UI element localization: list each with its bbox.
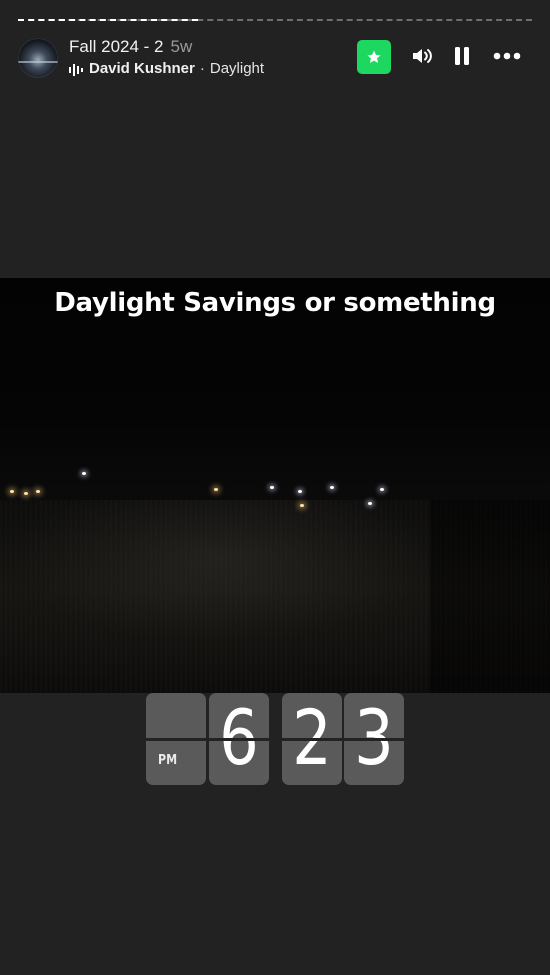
flip-card-minute-tens: 2 [282, 693, 342, 785]
time-ago: 5w [170, 37, 193, 56]
ampm-label: PM [158, 753, 178, 768]
distant-light [298, 490, 302, 493]
photo-shade [430, 500, 550, 693]
more-icon [493, 52, 521, 60]
story-header: Fall 2024 - 2 5w David Kushner · Daylight [0, 36, 550, 80]
hour-digit: 6 [219, 693, 259, 782]
story-title[interactable]: Fall 2024 - 2 [69, 37, 164, 56]
distant-light [368, 502, 372, 505]
more-options-button[interactable] [492, 48, 522, 64]
flip-clock: PM 6 2 3 [146, 693, 406, 785]
distant-light [380, 488, 384, 491]
star-icon [367, 50, 381, 63]
distant-light [300, 504, 304, 507]
distant-light [330, 486, 334, 489]
minute-tens-digit: 2 [292, 693, 332, 782]
story-progress-fill [18, 19, 198, 21]
artist-name: David Kushner [89, 60, 195, 77]
separator: · [199, 60, 205, 77]
avatar-horizon [18, 61, 58, 63]
flip-card-hour: 6 [209, 693, 269, 785]
story-title-line: Fall 2024 - 2 5w [69, 37, 192, 57]
pause-icon [455, 47, 469, 65]
story-caption: Daylight Savings or something [54, 288, 496, 318]
music-attribution[interactable]: David Kushner · Daylight [69, 60, 264, 78]
minute-ones-digit: 3 [354, 693, 394, 782]
story-progress-bar [18, 18, 532, 21]
flip-card-ampm: PM [146, 693, 206, 785]
distant-light [10, 490, 14, 493]
flip-card-minute-ones: 3 [344, 693, 404, 785]
distant-light [82, 472, 86, 475]
audio-bars-icon [69, 63, 83, 76]
volume-button[interactable] [410, 44, 434, 68]
distant-light [24, 492, 28, 495]
avatar[interactable] [18, 38, 58, 78]
story-photo [0, 278, 550, 693]
distant-light [36, 490, 40, 493]
volume-icon [413, 49, 432, 63]
distant-light [214, 488, 218, 491]
song-title: Daylight [209, 60, 265, 77]
distant-light [270, 486, 274, 489]
favorite-button[interactable] [357, 40, 391, 74]
pause-button[interactable] [451, 44, 473, 68]
